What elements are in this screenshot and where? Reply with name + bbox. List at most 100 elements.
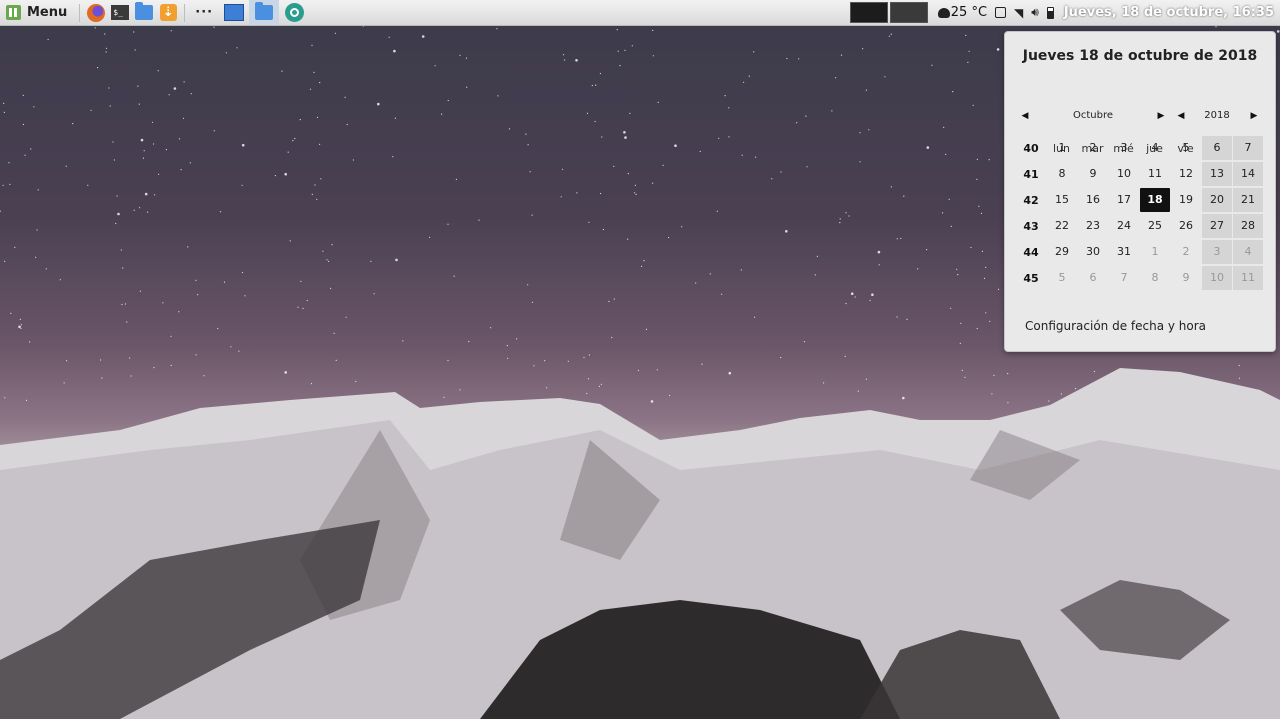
calendar-day[interactable]: 4 (1140, 136, 1170, 160)
star (900, 237, 902, 239)
star (322, 250, 324, 252)
calendar-day[interactable]: 24 (1109, 214, 1139, 238)
calendar-day[interactable]: 3 (1202, 240, 1232, 264)
star (230, 346, 232, 348)
calendar-day[interactable]: 26 (1171, 214, 1201, 238)
calendar-day[interactable]: 15 (1047, 188, 1077, 212)
star (840, 54, 843, 56)
star (877, 250, 881, 254)
star (165, 149, 167, 151)
workspace-2[interactable] (889, 2, 928, 23)
star (952, 91, 954, 93)
panel-separator (184, 3, 186, 22)
files-launcher[interactable] (134, 2, 154, 23)
star (695, 282, 697, 284)
star (4, 260, 6, 262)
download-launcher[interactable]: ⇣ (158, 3, 178, 23)
calendar-day[interactable]: 9 (1171, 266, 1201, 290)
prev-year-icon[interactable]: ◀ (1175, 107, 1187, 125)
calendar-day[interactable]: 25 (1140, 214, 1170, 238)
star (178, 138, 181, 140)
calendar-day[interactable]: 6 (1078, 266, 1108, 290)
star (562, 168, 564, 170)
calendar-day[interactable]: 18 (1140, 188, 1170, 212)
calendar-day[interactable]: 29 (1047, 240, 1077, 264)
overflow-button[interactable]: ··· (195, 5, 213, 20)
calendar-day[interactable]: 10 (1109, 162, 1139, 186)
next-month-icon[interactable]: ▶ (1155, 107, 1167, 125)
calendar-day[interactable]: 21 (1233, 188, 1263, 212)
calendar-day[interactable]: 4 (1233, 240, 1263, 264)
next-year-icon[interactable]: ▶ (1248, 107, 1260, 125)
star (19, 318, 21, 320)
calendar-day[interactable]: 17 (1109, 188, 1139, 212)
date-time-settings-link[interactable]: Configuración de fecha y hora (1025, 319, 1206, 333)
calendar-day[interactable]: 1 (1140, 240, 1170, 264)
clock-applet[interactable]: Jueves, 18 de octubre, 16:35 (1058, 0, 1280, 25)
status-applet[interactable] (995, 7, 1007, 18)
calendar-day[interactable]: 5 (1047, 266, 1077, 290)
calendar-day[interactable]: 6 (1202, 136, 1232, 160)
star (748, 75, 750, 77)
calendar-day[interactable]: 27 (1202, 214, 1232, 238)
calendar-day[interactable]: 11 (1140, 162, 1170, 186)
calendar-day[interactable]: 14 (1233, 162, 1263, 186)
taskbar-item-files[interactable] (249, 0, 280, 25)
star (983, 277, 986, 279)
calendar-day[interactable]: 16 (1078, 188, 1108, 212)
weather-applet[interactable]: 25 °C (937, 5, 987, 20)
calendar-day[interactable]: 23 (1078, 214, 1108, 238)
star (716, 210, 718, 212)
prev-month-icon[interactable]: ◀ (1019, 107, 1031, 125)
star (72, 123, 74, 125)
week-number: 44 (1023, 246, 1039, 259)
calendar-day[interactable]: 5 (1171, 136, 1201, 160)
star (395, 258, 398, 262)
star (594, 120, 596, 123)
calendar-day[interactable]: 2 (1171, 240, 1201, 264)
calendar-day[interactable]: 1 (1047, 136, 1077, 160)
calendar-day[interactable]: 9 (1078, 162, 1108, 186)
firefox-launcher[interactable] (86, 3, 106, 23)
calendar-day[interactable]: 7 (1109, 266, 1139, 290)
star (564, 59, 566, 61)
star (144, 192, 148, 196)
star (447, 99, 449, 102)
star (197, 294, 199, 296)
menu-button[interactable]: Menu (0, 0, 75, 25)
star (300, 280, 302, 282)
star (624, 49, 626, 52)
star (47, 38, 49, 41)
calendar-day[interactable]: 3 (1109, 136, 1139, 160)
taskbar-item-desktop[interactable] (219, 0, 249, 25)
star (546, 387, 548, 389)
calendar-day[interactable]: 31 (1109, 240, 1139, 264)
calendar-day[interactable]: 2 (1078, 136, 1108, 160)
calendar-day[interactable]: 8 (1047, 162, 1077, 186)
calendar-day[interactable]: 13 (1202, 162, 1232, 186)
star (168, 94, 170, 96)
calendar-day[interactable]: 12 (1171, 162, 1201, 186)
calendar-day[interactable]: 28 (1233, 214, 1263, 238)
calendar-day[interactable]: 7 (1233, 136, 1263, 160)
calendar-day[interactable]: 19 (1171, 188, 1201, 212)
star (831, 110, 833, 112)
calendar-day[interactable]: 10 (1202, 266, 1232, 290)
calendar-day[interactable]: 11 (1233, 266, 1263, 290)
star (544, 360, 546, 362)
star (402, 340, 404, 342)
network-applet[interactable]: ◥ (1014, 6, 1023, 20)
calendar-day[interactable]: 30 (1078, 240, 1108, 264)
taskbar-item-app[interactable] (279, 0, 309, 25)
sound-applet[interactable]: 🔊︎ (1031, 5, 1039, 20)
workspace-1[interactable] (849, 2, 888, 23)
calendar-day[interactable]: 20 (1202, 188, 1232, 212)
calendar-day[interactable]: 8 (1140, 266, 1170, 290)
star (728, 136, 730, 138)
star (652, 29, 654, 31)
terminal-launcher[interactable]: $_ (110, 3, 130, 23)
battery-applet[interactable] (1046, 6, 1054, 19)
star (151, 121, 154, 123)
calendar-day[interactable]: 22 (1047, 214, 1077, 238)
star (453, 275, 455, 277)
